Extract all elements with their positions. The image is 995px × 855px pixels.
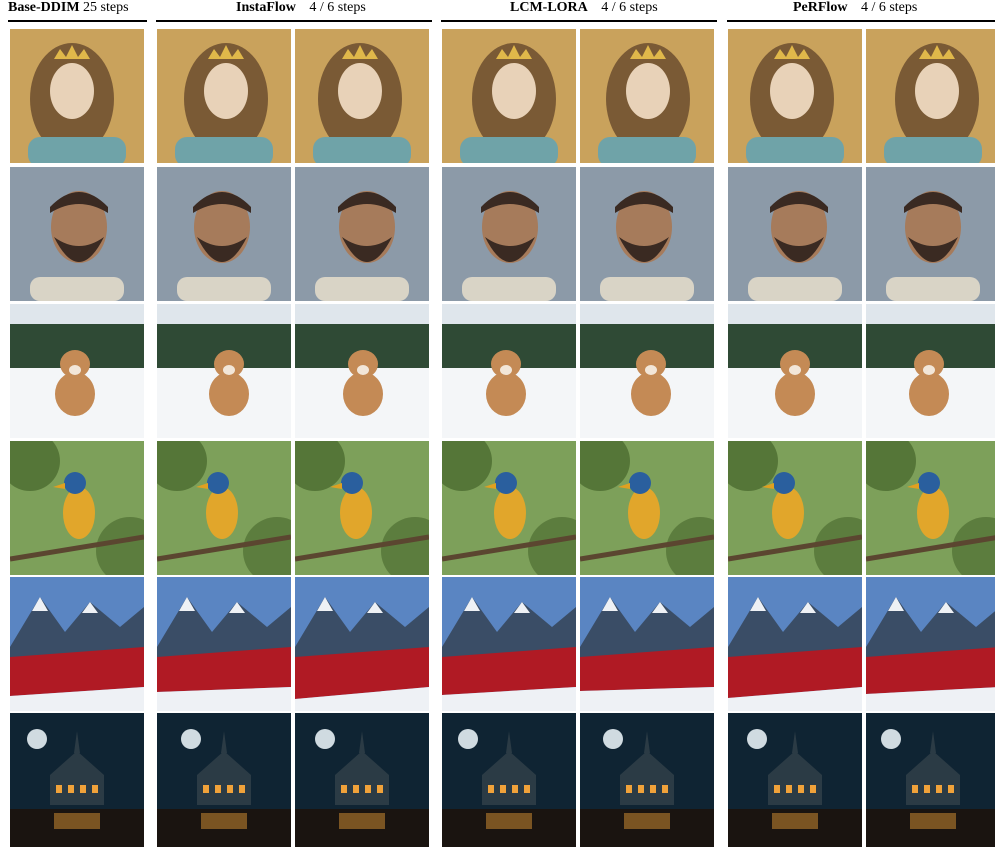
method-name: Base-DDIM — [8, 0, 80, 15]
generated-image-puppy-in-snow-lcm-lora — [580, 304, 714, 438]
generated-image-colorful-bird-on-branch-instaflow — [157, 441, 291, 575]
step-count: 4 / 6 steps — [309, 0, 366, 15]
header-rule-lcm-lora — [441, 20, 717, 22]
method-name: LCM-LORA — [510, 0, 588, 15]
method-name: PeRFlow — [793, 0, 848, 15]
generated-image-colorful-bird-on-branch-lcm-lora — [442, 441, 576, 575]
generated-image-colorful-bird-on-branch-lcm-lora — [580, 441, 714, 575]
generated-image-puppy-in-snow-perflow — [866, 304, 995, 438]
step-count: 4 / 6 steps — [860, 0, 918, 15]
generated-image-castle-by-night-lake-perflow — [728, 713, 862, 847]
generated-image-bearded-man-portrait-base-ddim — [10, 167, 144, 301]
generated-image-puppy-in-snow-perflow — [728, 304, 862, 438]
generated-image-puppy-in-snow-instaflow — [295, 304, 429, 438]
generated-image-red-mountain-valley-instaflow — [157, 577, 291, 711]
generated-image-castle-by-night-lake-lcm-lora — [580, 713, 714, 847]
generated-image-red-mountain-valley-perflow — [866, 577, 995, 711]
generated-image-crowned-princess-portrait-instaflow — [157, 29, 291, 163]
generated-image-bearded-man-portrait-lcm-lora — [442, 167, 576, 301]
generated-image-castle-by-night-lake-instaflow — [157, 713, 291, 847]
generated-image-castle-by-night-lake-instaflow — [295, 713, 429, 847]
generated-image-castle-by-night-lake-base-ddim — [10, 713, 144, 847]
generated-image-bearded-man-portrait-lcm-lora — [580, 167, 714, 301]
step-count: 4 / 6 steps — [601, 0, 658, 15]
generated-image-bearded-man-portrait-perflow — [866, 167, 995, 301]
column-header-base-ddim: Base-DDIM 25 steps — [8, 0, 129, 16]
generated-image-colorful-bird-on-branch-instaflow — [295, 441, 429, 575]
generated-image-colorful-bird-on-branch-perflow — [728, 441, 862, 575]
generated-image-crowned-princess-portrait-perflow — [866, 29, 995, 163]
generated-image-castle-by-night-lake-perflow — [866, 713, 995, 847]
header-rule-perflow — [727, 20, 995, 22]
header-rule-instaflow — [156, 20, 432, 22]
generated-image-bearded-man-portrait-perflow — [728, 167, 862, 301]
generated-image-puppy-in-snow-instaflow — [157, 304, 291, 438]
generated-image-puppy-in-snow-base-ddim — [10, 304, 144, 438]
header-rule-base-ddim — [8, 20, 147, 22]
generated-image-colorful-bird-on-branch-base-ddim — [10, 441, 144, 575]
column-header-perflow: PeRFlow 4 / 6 steps — [793, 0, 917, 16]
generated-image-red-mountain-valley-perflow — [728, 577, 862, 711]
generated-image-crowned-princess-portrait-lcm-lora — [580, 29, 714, 163]
column-header-lcm-lora: LCM-LORA 4 / 6 steps — [510, 0, 658, 16]
generated-image-crowned-princess-portrait-base-ddim — [10, 29, 144, 163]
generated-image-red-mountain-valley-base-ddim — [10, 577, 144, 711]
method-name: InstaFlow — [236, 0, 296, 15]
generated-image-red-mountain-valley-lcm-lora — [580, 577, 714, 711]
generated-image-bearded-man-portrait-instaflow — [157, 167, 291, 301]
generated-image-castle-by-night-lake-lcm-lora — [442, 713, 576, 847]
generated-image-red-mountain-valley-lcm-lora — [442, 577, 576, 711]
generated-image-colorful-bird-on-branch-perflow — [866, 441, 995, 575]
generated-image-crowned-princess-portrait-perflow — [728, 29, 862, 163]
generated-image-crowned-princess-portrait-lcm-lora — [442, 29, 576, 163]
generated-image-puppy-in-snow-lcm-lora — [442, 304, 576, 438]
step-count: 25 steps — [83, 0, 129, 15]
column-header-instaflow: InstaFlow 4 / 6 steps — [236, 0, 366, 16]
generated-image-bearded-man-portrait-instaflow — [295, 167, 429, 301]
generated-image-red-mountain-valley-instaflow — [295, 577, 429, 711]
generated-image-crowned-princess-portrait-instaflow — [295, 29, 429, 163]
